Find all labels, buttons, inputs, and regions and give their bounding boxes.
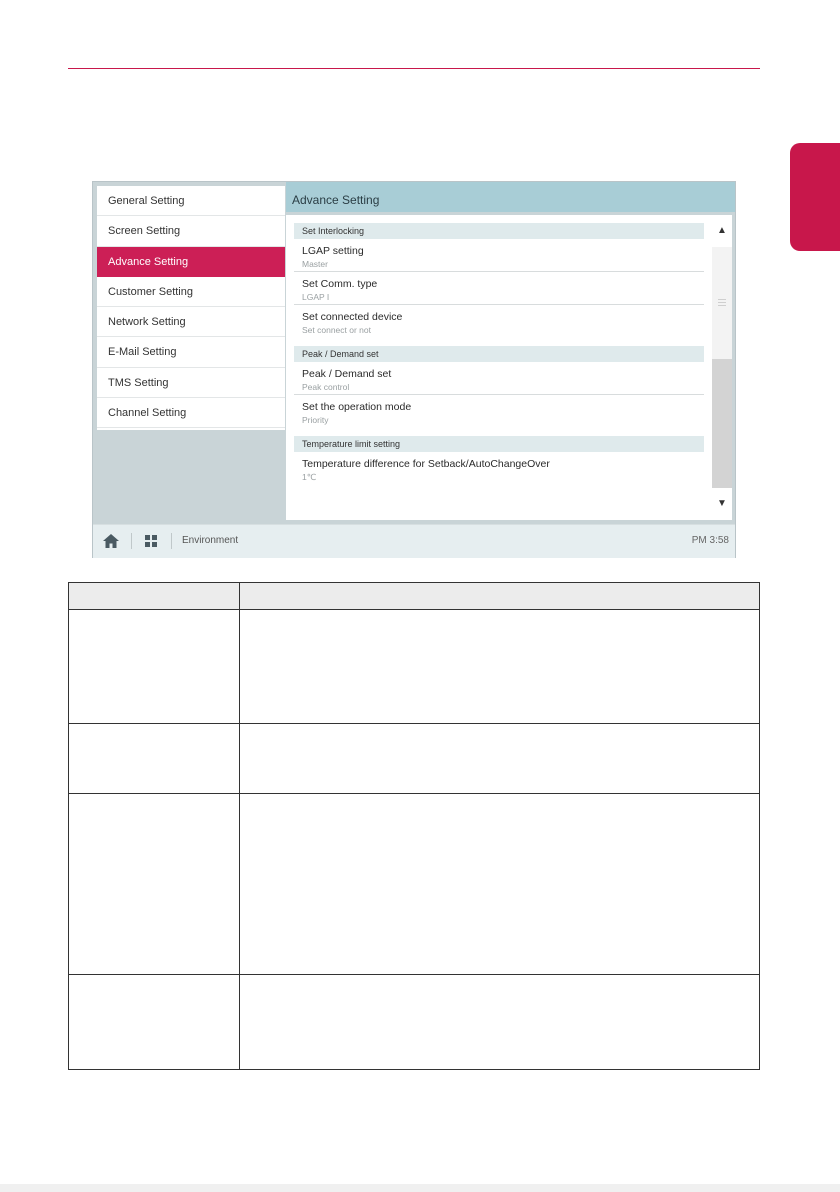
setting-comm-type[interactable]: Set Comm. type LGAP I — [294, 272, 704, 305]
setting-title: Set connected device — [302, 311, 403, 323]
menu-item-screen[interactable]: Screen Setting — [97, 216, 285, 247]
chapter-side-tab — [790, 143, 840, 251]
setting-value: Peak control — [302, 382, 350, 392]
setting-lgap[interactable]: LGAP setting Master — [294, 239, 704, 272]
setting-title: LGAP setting — [302, 245, 364, 257]
section-header: Set Interlocking — [294, 223, 704, 239]
settings-list: Set Interlocking LGAP setting Master Set… — [286, 215, 712, 520]
status-bar: Environment PM 3:58 — [93, 524, 735, 558]
apps-grid-icon[interactable] — [145, 535, 157, 547]
table-row — [68, 793, 760, 975]
table-header-row — [68, 582, 760, 610]
section-header: Temperature limit setting — [294, 436, 704, 452]
menu-item-email[interactable]: E-Mail Setting — [97, 337, 285, 368]
setting-value: Master — [302, 259, 328, 269]
setting-title: Peak / Demand set — [302, 368, 392, 380]
menu-item-network[interactable]: Network Setting — [97, 307, 285, 338]
setting-title: Set Comm. type — [302, 278, 378, 290]
page-footer-strip — [0, 1184, 840, 1192]
menu-item-advance[interactable]: Advance Setting — [97, 246, 285, 277]
top-rule — [68, 68, 760, 69]
table-cell — [239, 723, 760, 794]
divider — [131, 533, 132, 549]
menu-item-tms[interactable]: TMS Setting — [97, 368, 285, 399]
page-title: Advance Setting — [286, 182, 735, 212]
setting-peak-demand[interactable]: Peak / Demand set Peak control — [294, 362, 704, 395]
table-header-cell — [68, 582, 240, 610]
setting-operation-mode[interactable]: Set the operation mode Priority — [294, 395, 704, 428]
setting-value: LGAP I — [302, 292, 330, 302]
setting-value: 1℃ — [302, 472, 317, 482]
description-table — [68, 582, 760, 1070]
setting-value: Priority — [302, 415, 329, 425]
table-cell — [68, 609, 240, 724]
breadcrumb[interactable]: Environment — [182, 535, 238, 546]
home-icon[interactable] — [103, 534, 119, 548]
menu-item-customer[interactable]: Customer Setting — [97, 277, 285, 308]
scroll-up-button[interactable]: ▲ — [712, 215, 732, 247]
table-cell — [68, 793, 240, 975]
setting-connected-device[interactable]: Set connected device Set connect or not — [294, 305, 704, 338]
table-cell — [239, 609, 760, 724]
device-screen: General Setting Screen Setting Advance S… — [92, 181, 736, 558]
section-header: Peak / Demand set — [294, 346, 704, 362]
table-cell — [239, 974, 760, 1070]
scrollbar[interactable]: ▲ ▼ — [712, 215, 732, 520]
divider — [171, 533, 172, 549]
table-cell — [68, 723, 240, 794]
menu-item-channel[interactable]: Channel Setting — [97, 398, 285, 429]
setting-title: Temperature difference for Setback/AutoC… — [302, 458, 550, 470]
table-row — [68, 974, 760, 1070]
grip-icon — [718, 299, 726, 308]
clock: PM 3:58 — [691, 535, 729, 546]
table-row — [68, 609, 760, 724]
menu-item-general[interactable]: General Setting — [97, 186, 285, 217]
scroll-down-button[interactable]: ▼ — [712, 488, 732, 520]
scrollbar-thumb[interactable] — [712, 247, 732, 359]
table-cell — [68, 974, 240, 1070]
table-header-cell — [239, 582, 760, 610]
setting-title: Set the operation mode — [302, 401, 412, 413]
table-cell — [239, 793, 760, 975]
settings-menu: General Setting Screen Setting Advance S… — [97, 186, 285, 430]
setting-value: Set connect or not — [302, 325, 371, 335]
table-row — [68, 723, 760, 794]
setting-temp-difference[interactable]: Temperature difference for Setback/AutoC… — [294, 452, 704, 485]
